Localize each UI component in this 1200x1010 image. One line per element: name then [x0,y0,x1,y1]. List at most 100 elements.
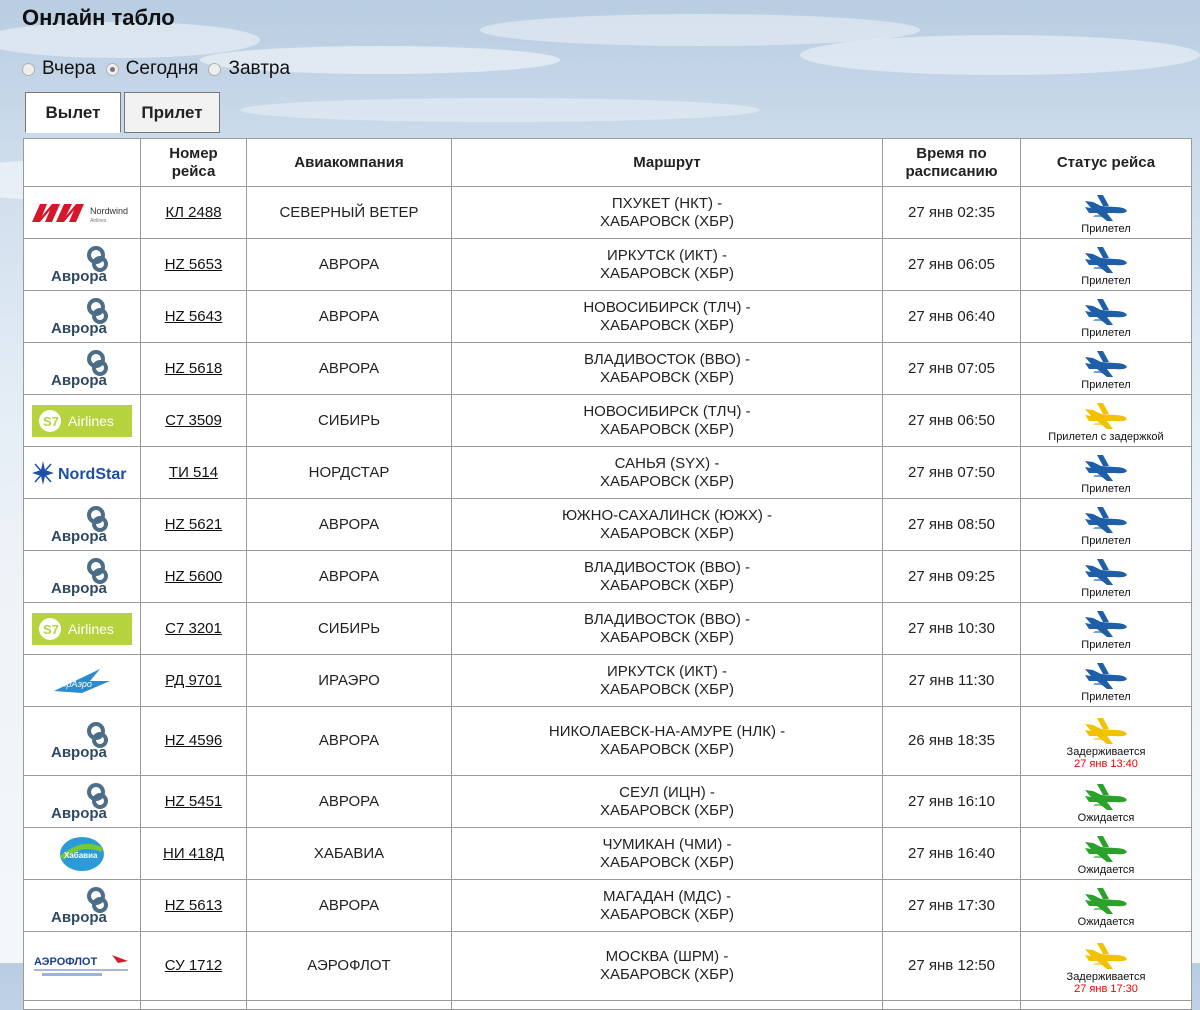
radio-yesterday[interactable]: Вчера [22,58,96,80]
flight-number-link[interactable]: HZ 5451 [165,793,223,810]
radio-tomorrow[interactable]: Завтра [208,58,290,80]
route-origin: ИРКУТСК (ИКТ) - [607,246,727,264]
flight-number-link[interactable]: КЛ 2488 [165,204,221,221]
logo-text: Аврора [51,909,108,926]
svg-text:S7: S7 [43,622,59,637]
scheduled-time-cell: 27 янв 16:10 [882,775,1021,828]
route-origin: ВЛАДИВОСТОК (ВВО) - [583,610,751,628]
tab-arrivals[interactable]: Прилет [124,92,220,133]
status-cell: Прилетел [1020,238,1192,291]
radio-today[interactable]: Сегодня [105,58,198,80]
flight-number-link[interactable]: HZ 5618 [165,360,223,377]
route-origin: НОВОСИБИРСК (ТЛЧ) - [583,402,751,420]
airline-name-cell: АВРОРА [246,879,452,932]
flight-number-link[interactable]: HZ 5653 [165,256,223,273]
airline-logo-cell: Аврора [23,290,141,343]
table-row: Nordwind Airlines КЛ 2488 СЕВЕРНЫЙ ВЕТЕР ПХУ… [23,186,1192,239]
flight-number-cell: СУ 1712 [140,931,247,1001]
flights-table: Номер рейса Авиакомпания Маршрут Время п… [23,138,1192,1010]
logo-text: Аврора [51,744,108,761]
header-logo [23,138,141,187]
table-row: АЭРОФЛОТ СУ 1712 АЭРОФЛОТ МОСКВА (ШРМ) - ХАБ… [23,931,1192,1001]
airline-name-cell: НОРДСТАР [246,446,452,499]
flight-number-link[interactable]: ТИ 514 [169,464,218,481]
flight-number-cell: HZ 5451 [140,775,247,828]
scheduled-time-cell: 27 янв 12:50 [882,931,1021,1001]
logo-text: Airlines [68,413,114,429]
logo-text: АЭРОФЛОТ [34,956,97,968]
airline-logo-cell: NordStar [23,446,141,499]
route-destination: ХАБАРОВСК (ХБР) [600,680,734,698]
airline-logo: Аврора [24,239,140,290]
logo-text: Аврора [51,805,108,822]
scheduled-time-cell: 27 янв 10:30 [882,602,1021,655]
flight-number-cell: КЛ 2488 [140,186,247,239]
radio-today-dot[interactable] [105,62,119,76]
flight-number-link[interactable]: СУ 1712 [165,957,222,974]
flight-number-cell: HZ 5653 [140,238,247,291]
route-destination: ХАБАРОВСК (ХБР) [600,472,734,490]
flight-number-link[interactable]: HZ 4596 [165,732,223,749]
flight-number-link[interactable]: HZ 5613 [165,897,223,914]
flight-number-cell: ТИ 514 [140,446,247,499]
status-text: Прилетел [1081,535,1131,547]
status-text: Ожидается [1077,812,1135,824]
route-cell: НОВОСИБИРСК (ТЛЧ) - ХАБАРОВСК (ХБР) [451,394,883,447]
airline-logo-cell: Аврора [23,238,141,291]
route-cell: НИКОЛАЕВСК-НА-АМУРЕ (НЛК) - ХАБАРОВСК (ХБ… [451,706,883,776]
airline-logo-cell: Аврора [23,342,141,395]
aeroflot-logo: АЭРОФЛОТ [34,955,128,976]
airline-name-cell: АВРОРА [246,238,452,291]
flight-number-cell: НИ 418Д [140,827,247,880]
aurora-logo: Аврора [51,297,108,337]
airline-name-cell: АВРОРА [246,290,452,343]
plane-icon [1085,351,1127,377]
table-row: Аврора HZ 5613 АВРОРА МАГАДАН (МДС) - ХАБАРО… [23,879,1192,932]
route-cell: ВЛАДИВОСТОК (ВВО) - ХАБАРОВСК (ХБР) [451,602,883,655]
s7-logo: S7 Airlines [32,612,132,645]
route-destination: ХАБАРОВСК (ХБР) [600,212,734,230]
aurora-logo: Аврора [51,886,108,926]
flight-number-cell: HZ 5600 [140,550,247,603]
header-status: Статус рейса [1020,138,1192,187]
s7-logo: S7 Airlines [32,404,132,437]
logo-text: ИрАэро [60,679,92,689]
flight-number-link[interactable]: HZ 5621 [165,516,223,533]
radio-tomorrow-dot[interactable] [208,62,222,76]
scheduled-time-cell: 27 янв 16:40 [882,827,1021,880]
status-new-time: 27 янв 13:40 [1074,757,1138,770]
radio-yesterday-dot[interactable] [22,62,35,76]
route-cell: СЕУЛ (ИЦН) - ХАБАРОВСК (ХБР) [451,775,883,828]
airline-logo-cell: ИрАэро [23,654,141,707]
airline-logo-cell: АЭРОФЛОТ [23,931,141,1001]
status-cell: Прилетел [1020,602,1192,655]
flight-number-link[interactable]: С7 3509 [165,412,222,429]
route-origin: СЕУЛ (ИЦН) - [619,783,715,801]
flight-number-link[interactable]: HZ 5600 [165,568,223,585]
scheduled-time-cell: 27 янв 06:50 [882,394,1021,447]
header-airline: Авиакомпания [246,138,452,187]
scheduled-time-cell: 27 янв 17:30 [882,879,1021,932]
table-header-row: Номер рейса Авиакомпания Маршрут Время п… [23,138,1192,187]
plane-icon [1085,663,1127,689]
scheduled-time-cell: 27 янв 06:40 [882,290,1021,343]
iraero-logo: ИрАэро [54,668,110,693]
svg-text:Airlines: Airlines [90,218,107,224]
airline-logo-cell: Nordwind Airlines [23,186,141,239]
status-cell: Прилетел [1020,446,1192,499]
flight-number-link[interactable]: РД 9701 [165,672,222,689]
table-row: Аврора HZ 4596 АВРОРА НИКОЛАЕВСК-НА-АМУРЕ (… [23,706,1192,776]
flight-number-link[interactable]: HZ 5643 [165,308,223,325]
table-row: Аврора HZ 5653 АВРОРА ИРКУТСК (ИКТ) - ХАБАРО… [23,238,1192,291]
table-row: Аврора HZ 5621 АВРОРА ЮЖНО-САХАЛИНСК (ЮЖХ) … [23,498,1192,551]
airline-name-cell: СЕВЕРНЫЙ ВЕТЕР [246,186,452,239]
direction-tabs: Вылет Прилет [25,92,223,133]
aurora-logo: Аврора [51,349,108,389]
flight-number-link[interactable]: НИ 418Д [163,845,224,862]
airline-logo-cell: Аврора [23,706,141,776]
logo-text: Хабавиа [64,851,98,860]
airline-logo: ИрАэро [24,655,140,706]
airline-logo-cell: S7 Airlines [23,602,141,655]
tab-departures[interactable]: Вылет [25,92,121,133]
flight-number-link[interactable]: С7 3201 [165,620,222,637]
